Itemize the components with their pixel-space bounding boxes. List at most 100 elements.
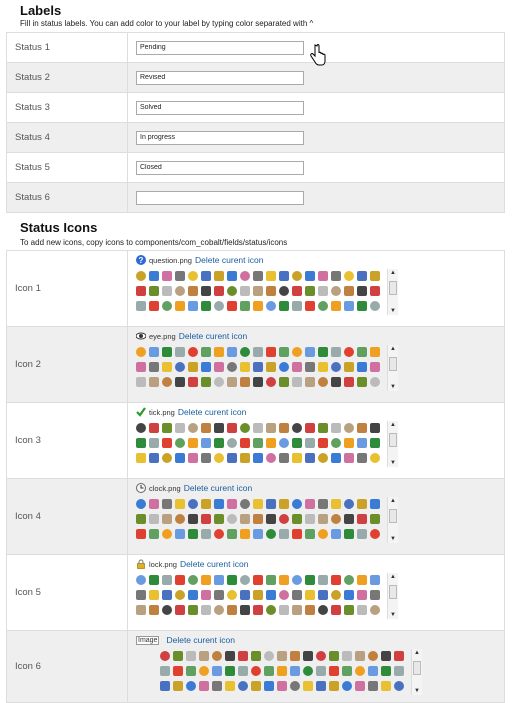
icon-option[interactable]	[162, 347, 172, 357]
icon-option[interactable]	[292, 529, 302, 539]
icon-option[interactable]	[214, 286, 224, 296]
icon-option[interactable]	[149, 438, 159, 448]
icon-option[interactable]	[331, 438, 341, 448]
icon-option[interactable]	[279, 271, 289, 281]
icon-option[interactable]	[292, 286, 302, 296]
status-input[interactable]	[136, 100, 304, 115]
icon-option[interactable]	[199, 651, 209, 661]
icon-option[interactable]	[305, 575, 315, 585]
icon-option[interactable]	[292, 347, 302, 357]
icon-option[interactable]	[318, 438, 328, 448]
icon-option[interactable]	[318, 453, 328, 463]
icon-option[interactable]	[227, 499, 237, 509]
icon-option[interactable]	[227, 438, 237, 448]
icon-option[interactable]	[370, 499, 380, 509]
icon-option[interactable]	[149, 301, 159, 311]
icon-option[interactable]	[188, 590, 198, 600]
delete-icon-link[interactable]: Delete curent icon	[180, 559, 249, 569]
icon-option[interactable]	[227, 514, 237, 524]
icon-option[interactable]	[199, 681, 209, 691]
scrollbar[interactable]: ▲ ▼	[387, 345, 398, 391]
icon-option[interactable]	[357, 590, 367, 600]
icon-option[interactable]	[305, 438, 315, 448]
icon-option[interactable]	[344, 377, 354, 387]
icon-option[interactable]	[279, 590, 289, 600]
icon-option[interactable]	[381, 651, 391, 661]
icon-option[interactable]	[162, 271, 172, 281]
icon-option[interactable]	[212, 681, 222, 691]
icon-option[interactable]	[253, 590, 263, 600]
icon-option[interactable]	[149, 575, 159, 585]
icon-option[interactable]	[214, 438, 224, 448]
icon-option[interactable]	[149, 347, 159, 357]
icon-option[interactable]	[290, 681, 300, 691]
icon-option[interactable]	[175, 271, 185, 281]
icon-option[interactable]	[188, 423, 198, 433]
icon-option[interactable]	[253, 499, 263, 509]
icon-option[interactable]	[331, 271, 341, 281]
icon-picker-grid[interactable]: ▲ ▼	[136, 497, 398, 543]
icon-option[interactable]	[162, 514, 172, 524]
icon-option[interactable]	[305, 499, 315, 509]
delete-icon-link[interactable]: Delete curent icon	[178, 407, 247, 417]
icon-option[interactable]	[214, 423, 224, 433]
icon-option[interactable]	[329, 651, 339, 661]
icon-option[interactable]	[344, 347, 354, 357]
icon-option[interactable]	[175, 499, 185, 509]
icon-option[interactable]	[162, 529, 172, 539]
icon-option[interactable]	[240, 529, 250, 539]
icon-option[interactable]	[201, 575, 211, 585]
icon-option[interactable]	[251, 681, 261, 691]
icon-option[interactable]	[279, 377, 289, 387]
icon-option[interactable]	[357, 286, 367, 296]
icon-option[interactable]	[149, 529, 159, 539]
icon-option[interactable]	[214, 377, 224, 387]
icon-option[interactable]	[175, 453, 185, 463]
icon-option[interactable]	[344, 514, 354, 524]
icon-option[interactable]	[344, 590, 354, 600]
icon-option[interactable]	[303, 651, 313, 661]
icon-option[interactable]	[175, 514, 185, 524]
icon-option[interactable]	[277, 681, 287, 691]
icon-option[interactable]	[305, 377, 315, 387]
icon-option[interactable]	[279, 362, 289, 372]
icon-option[interactable]	[149, 423, 159, 433]
icon-option[interactable]	[303, 666, 313, 676]
icon-option[interactable]	[331, 301, 341, 311]
icon-option[interactable]	[292, 590, 302, 600]
icon-option[interactable]	[227, 423, 237, 433]
icon-option[interactable]	[253, 301, 263, 311]
icon-option[interactable]	[188, 347, 198, 357]
icon-option[interactable]	[394, 651, 404, 661]
icon-option[interactable]	[331, 529, 341, 539]
icon-option[interactable]	[160, 666, 170, 676]
icon-option[interactable]	[368, 651, 378, 661]
icon-option[interactable]	[253, 453, 263, 463]
icon-option[interactable]	[175, 438, 185, 448]
delete-icon-link[interactable]: Delete curent icon	[166, 635, 235, 645]
icon-option[interactable]	[186, 666, 196, 676]
icon-option[interactable]	[266, 575, 276, 585]
icon-option[interactable]	[201, 377, 211, 387]
icon-option[interactable]	[344, 605, 354, 615]
icon-option[interactable]	[214, 362, 224, 372]
icon-option[interactable]	[305, 605, 315, 615]
icon-option[interactable]	[162, 575, 172, 585]
icon-option[interactable]	[266, 438, 276, 448]
icon-option[interactable]	[240, 377, 250, 387]
icon-option[interactable]	[173, 666, 183, 676]
icon-option[interactable]	[266, 423, 276, 433]
icon-option[interactable]	[316, 651, 326, 661]
icon-option[interactable]	[240, 499, 250, 509]
icon-option[interactable]	[160, 681, 170, 691]
icon-option[interactable]	[318, 377, 328, 387]
icon-option[interactable]	[329, 666, 339, 676]
icon-option[interactable]	[318, 286, 328, 296]
icon-option[interactable]	[173, 681, 183, 691]
icon-option[interactable]	[279, 453, 289, 463]
icon-option[interactable]	[290, 651, 300, 661]
icon-option[interactable]	[136, 575, 146, 585]
icon-option[interactable]	[253, 438, 263, 448]
icon-option[interactable]	[357, 423, 367, 433]
icon-option[interactable]	[162, 423, 172, 433]
